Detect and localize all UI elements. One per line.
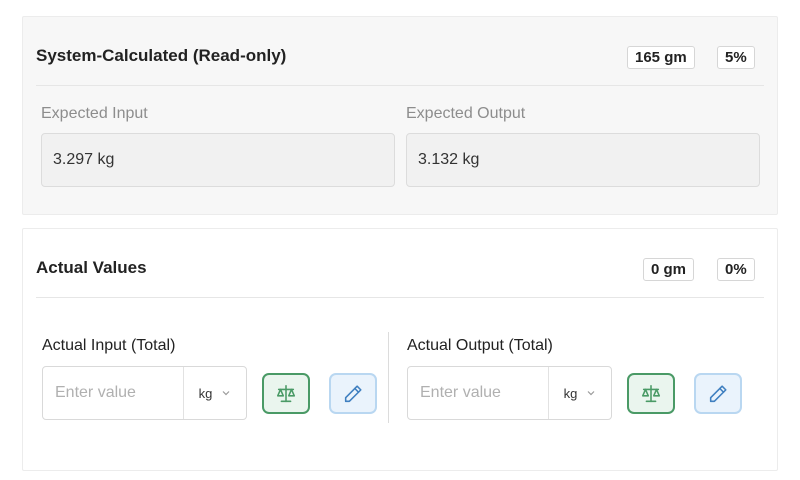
scale-icon [276, 384, 296, 402]
actual-input-unit-select[interactable]: kg [183, 367, 246, 419]
actual-card-header: Actual Values 0 gm 0% [36, 229, 764, 298]
actual-values-card: Actual Values 0 gm 0% Actual Input (Tota… [22, 228, 778, 471]
chevron-down-icon [222, 391, 230, 396]
expected-output-field: 3.132 kg [406, 133, 760, 187]
actual-input-edit-button[interactable] [329, 373, 377, 414]
expected-input-label: Expected Input [41, 105, 148, 122]
system-weight-badge: 165 gm [627, 46, 695, 69]
actual-output-weigh-button[interactable] [627, 373, 675, 414]
actual-input-group: kg [42, 366, 247, 420]
actual-input-field[interactable] [43, 367, 183, 419]
expected-output-label: Expected Output [406, 105, 526, 122]
actual-output-unit-select[interactable]: kg [548, 367, 611, 419]
system-calculated-card: System-Calculated (Read-only) 165 gm 5% … [22, 16, 778, 215]
actual-input-label: Actual Input (Total) [42, 337, 176, 354]
actual-output-group: kg [407, 366, 612, 420]
actual-weight-badge: 0 gm [643, 258, 695, 281]
actual-percent-badge: 0% [717, 258, 755, 281]
actual-output-edit-button[interactable] [694, 373, 742, 414]
system-card-title: System-Calculated (Read-only) [36, 46, 287, 65]
actual-output-unit-label: kg [563, 385, 578, 401]
actual-output-label: Actual Output (Total) [407, 337, 553, 354]
actual-card-title: Actual Values [36, 258, 147, 277]
chevron-down-icon [587, 391, 595, 396]
system-percent-badge: 5% [717, 46, 755, 69]
actual-output-field[interactable] [408, 367, 548, 419]
column-divider [388, 332, 389, 423]
pencil-icon [709, 384, 727, 402]
system-card-header: System-Calculated (Read-only) 165 gm 5% [36, 17, 764, 86]
expected-input-field: 3.297 kg [41, 133, 395, 187]
pencil-icon [344, 384, 362, 402]
scale-icon [641, 384, 661, 402]
actual-input-weigh-button[interactable] [262, 373, 310, 414]
actual-input-unit-label: kg [198, 385, 213, 401]
